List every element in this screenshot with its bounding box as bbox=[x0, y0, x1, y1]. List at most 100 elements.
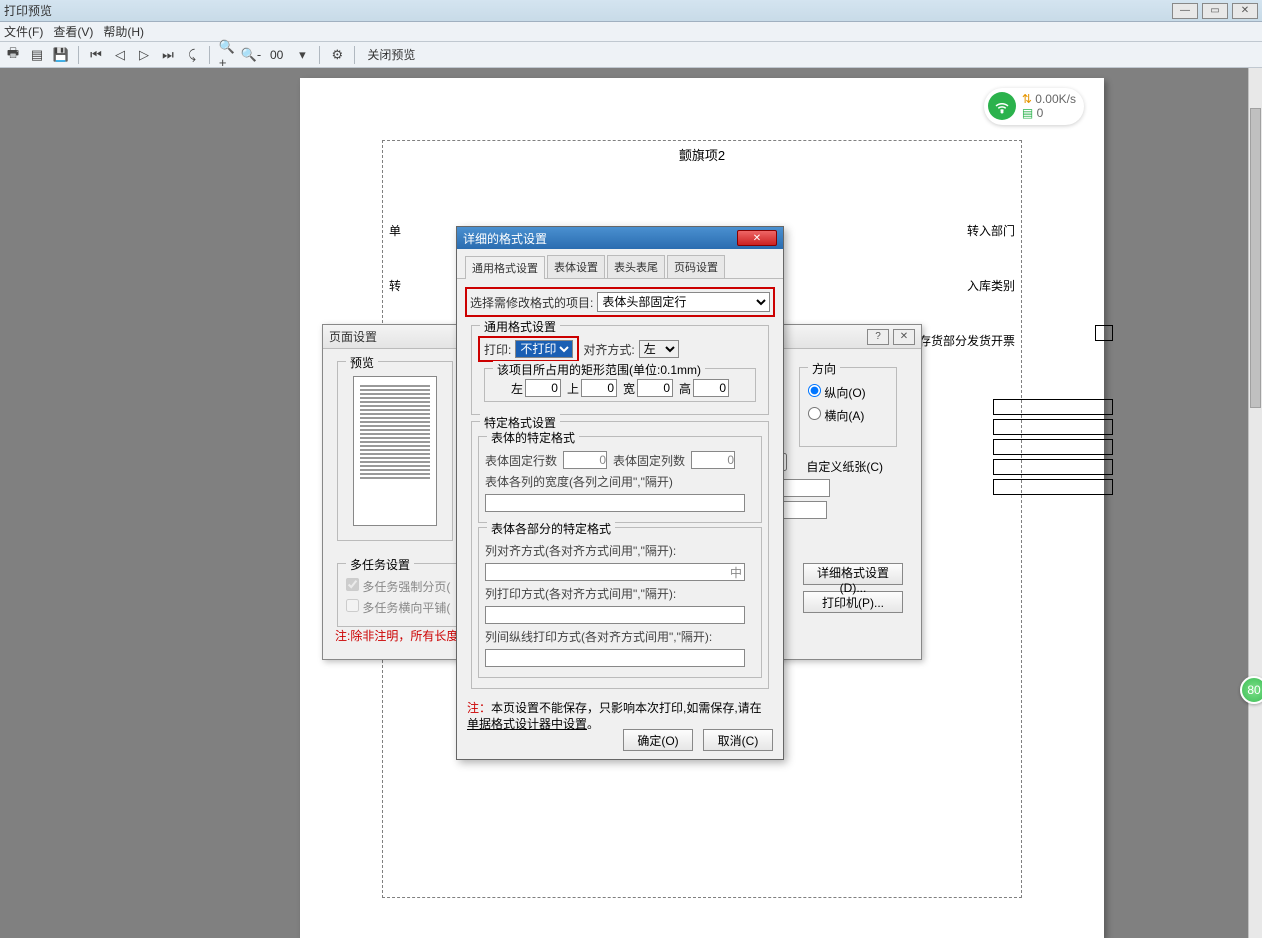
dialog-buttons: 确定(O) 取消(C) bbox=[623, 729, 773, 751]
fixed-rows-input[interactable] bbox=[563, 451, 607, 469]
zoom-in-icon[interactable]: 🔍+ bbox=[218, 46, 236, 64]
ok-button[interactable]: 确定(O) bbox=[623, 729, 693, 751]
thumbnail-page bbox=[353, 376, 437, 526]
first-page-icon[interactable]: ⏮ bbox=[87, 46, 105, 64]
doc-field-left: 单 bbox=[389, 222, 401, 239]
window-title: 打印预览 bbox=[4, 2, 1172, 19]
goto-page-icon[interactable]: ⤹ bbox=[183, 46, 201, 64]
printer-button[interactable]: 打印机(P)... bbox=[803, 591, 903, 613]
open-icon[interactable]: ▤ bbox=[28, 46, 46, 64]
menu-bar: 文件(F) 查看(V) 帮助(H) bbox=[0, 22, 1262, 42]
last-page-icon[interactable]: ⏭ bbox=[159, 46, 177, 64]
dialog-note: 注：本页设置不能保存，只影响本次打印,如需保存,请在 单据格式设计器中设置。 bbox=[467, 701, 773, 732]
col-align-label: 列对齐方式(各对齐方式间用","隔开): bbox=[485, 542, 676, 559]
top-input[interactable] bbox=[581, 379, 617, 397]
save-icon[interactable]: 💾 bbox=[52, 46, 70, 64]
zoom-value[interactable]: 00 bbox=[266, 48, 287, 62]
network-stats: 0.00K/s 0 bbox=[1022, 92, 1076, 121]
doc-box bbox=[993, 399, 1113, 415]
doc-box bbox=[993, 419, 1113, 435]
preview-fieldset: 预览 bbox=[331, 355, 459, 555]
close-button[interactable]: ✕ bbox=[1232, 3, 1258, 19]
tab-body[interactable]: 表体设置 bbox=[547, 255, 605, 278]
tab-headerfooter[interactable]: 表头表尾 bbox=[607, 255, 665, 278]
toolbar-separator bbox=[354, 46, 355, 64]
assistant-badge[interactable]: 80 bbox=[1240, 676, 1262, 704]
prev-page-icon[interactable]: ◁ bbox=[111, 46, 129, 64]
height-input[interactable] bbox=[777, 501, 827, 519]
fixed-cols-input[interactable] bbox=[691, 451, 735, 469]
parts-legend: 表体各部分的特定格式 bbox=[487, 520, 615, 537]
window-titlebar: 打印预览 — ▭ ✕ bbox=[0, 0, 1262, 22]
width-input[interactable] bbox=[780, 479, 830, 497]
force-pagebreak-checkbox: 多任务强制分页( bbox=[346, 578, 456, 595]
network-widget[interactable]: 0.00K/s 0 bbox=[984, 88, 1084, 125]
dialog-title: 详细的格式设置 bbox=[463, 230, 737, 247]
menu-help[interactable]: 帮助(H) bbox=[103, 23, 144, 40]
badge-value: 80 bbox=[1247, 683, 1260, 697]
multitask-fieldset: 多任务设置 多任务强制分页( 多任务横向平铺( bbox=[331, 557, 471, 633]
scrollbar-thumb[interactable] bbox=[1250, 108, 1261, 408]
dialog-titlebar: 详细的格式设置 ✕ bbox=[457, 227, 783, 249]
tab-common[interactable]: 通用格式设置 bbox=[465, 256, 545, 279]
settings-icon[interactable]: ⚙ bbox=[328, 46, 346, 64]
col-vline-label: 列间纵线打印方式(各对齐方式间用","隔开): bbox=[485, 628, 712, 645]
select-label: 选择需修改格式的项目: bbox=[470, 294, 593, 311]
help-button[interactable]: ? bbox=[867, 329, 889, 345]
width-label: 宽 bbox=[623, 380, 635, 397]
cancel-button[interactable]: 取消(C) bbox=[703, 729, 773, 751]
height-input[interactable] bbox=[693, 379, 729, 397]
rect-legend: 该项目所占用的矩形范围(单位:0.1mm) bbox=[493, 361, 705, 378]
item-select[interactable]: 表体头部固定行 bbox=[597, 292, 770, 312]
doc-box bbox=[993, 459, 1113, 475]
maximize-button[interactable]: ▭ bbox=[1202, 3, 1228, 19]
zoom-dropdown-icon[interactable]: ▾ bbox=[293, 46, 311, 64]
col-vline-input[interactable] bbox=[485, 649, 745, 667]
toolbar-separator bbox=[78, 46, 79, 64]
print-select[interactable]: 不打印 bbox=[515, 340, 573, 358]
print-label: 打印: bbox=[484, 341, 511, 358]
menu-view[interactable]: 查看(V) bbox=[53, 23, 93, 40]
vertical-scrollbar[interactable] bbox=[1248, 68, 1262, 938]
minimize-button[interactable]: — bbox=[1172, 3, 1198, 19]
left-label: 左 bbox=[511, 380, 523, 397]
detail-format-dialog: 详细的格式设置 ✕ 通用格式设置 表体设置 表头表尾 页码设置 选择需修改格式的… bbox=[456, 226, 784, 760]
doc-box bbox=[1095, 325, 1113, 341]
pagesetup-buttons: 详细格式设置(D)... 打印机(P)... bbox=[803, 563, 903, 619]
multitask-legend: 多任务设置 bbox=[346, 556, 414, 573]
col-widths-input[interactable] bbox=[485, 494, 745, 512]
col-print-label: 列打印方式(各对齐方式间用","隔开): bbox=[485, 585, 676, 602]
width-input[interactable] bbox=[637, 379, 673, 397]
height-label: 高 bbox=[679, 380, 691, 397]
network-count: 0 bbox=[1022, 106, 1076, 120]
tab-pagenum[interactable]: 页码设置 bbox=[667, 255, 725, 278]
tb-legend: 表体的特定格式 bbox=[487, 429, 579, 446]
print-icon[interactable]: 🖶 bbox=[4, 46, 22, 64]
align-select[interactable]: 左 bbox=[639, 340, 679, 358]
preview-legend: 预览 bbox=[346, 354, 378, 371]
fixed-rows-label: 表体固定行数 bbox=[485, 452, 557, 469]
toolbar: 🖶 ▤ 💾 ⏮ ◁ ▷ ⏭ ⤹ 🔍+ 🔍- 00 ▾ ⚙ 关闭预览 bbox=[0, 42, 1262, 68]
common-format-group: 通用格式设置 打印: 不打印 对齐方式: 左 该项目所占用的矩形范围(单位:0.… bbox=[465, 325, 775, 415]
portrait-radio[interactable]: 纵向(O) bbox=[808, 384, 888, 401]
doc-box bbox=[993, 439, 1113, 455]
toolbar-separator bbox=[209, 46, 210, 64]
next-page-icon[interactable]: ▷ bbox=[135, 46, 153, 64]
col-print-input[interactable] bbox=[485, 606, 745, 624]
landscape-radio[interactable]: 横向(A) bbox=[808, 407, 888, 424]
orientation-legend: 方向 bbox=[808, 360, 840, 377]
rect-fieldset: 该项目所占用的矩形范围(单位:0.1mm) 左 上 宽 高 bbox=[478, 368, 762, 402]
left-input[interactable] bbox=[525, 379, 561, 397]
close-preview-button[interactable]: 关闭预览 bbox=[363, 46, 419, 63]
col-align-input[interactable] bbox=[485, 563, 745, 581]
toolbar-separator bbox=[319, 46, 320, 64]
detail-format-button[interactable]: 详细格式设置(D)... bbox=[803, 563, 903, 585]
doc-field-dept: 转入部门 bbox=[967, 222, 1015, 239]
fixed-cols-label: 表体固定列数 bbox=[613, 452, 685, 469]
menu-file[interactable]: 文件(F) bbox=[4, 23, 43, 40]
print-align-row: 打印: 不打印 对齐方式: 左 bbox=[478, 336, 762, 362]
zoom-out-icon[interactable]: 🔍- bbox=[242, 46, 260, 64]
top-label: 上 bbox=[567, 380, 579, 397]
close-button[interactable]: ✕ bbox=[893, 329, 915, 345]
close-button[interactable]: ✕ bbox=[737, 230, 777, 246]
